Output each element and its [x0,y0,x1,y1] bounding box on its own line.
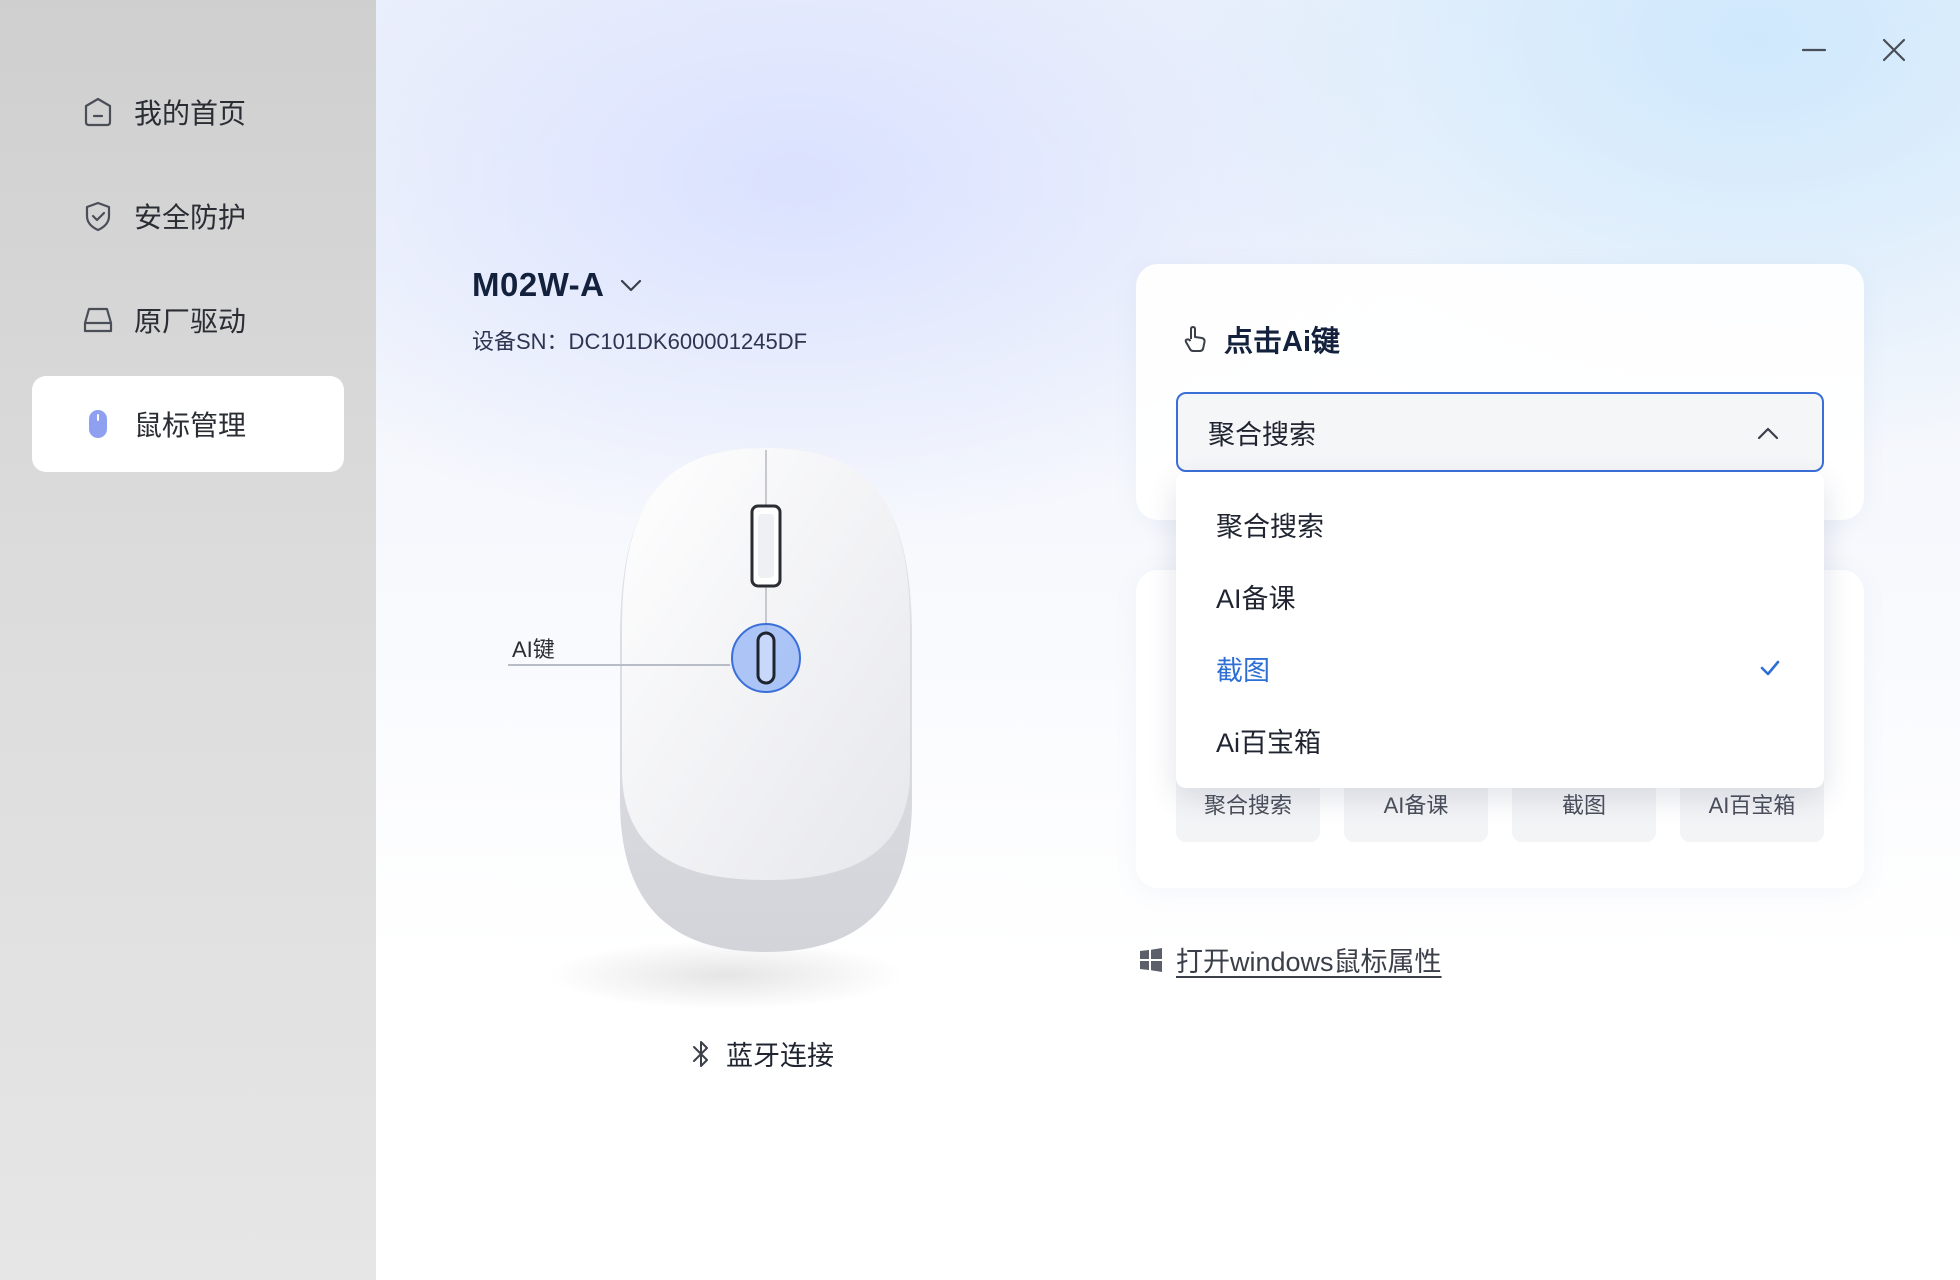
mouse-illustration [606,440,926,980]
sidebar-item-security[interactable]: 安全防护 [32,168,344,264]
ai-key-label: AI键 [512,637,555,662]
action-select-value: 聚合搜索 [1208,419,1316,450]
open-windows-mouse-properties-link[interactable]: 打开windows鼠标属性 [1138,940,1442,979]
sidebar-item-label: 安全防护 [134,202,247,233]
sidebar-item-label: 鼠标管理 [134,410,247,441]
connection-label: 蓝牙连接 [726,1041,834,1071]
close-icon [1882,38,1906,62]
action-dropdown-menu: 聚合搜索 AI备课 截图 Ai百宝箱 [1176,472,1824,788]
chevron-down-icon [620,279,641,292]
windows-link-label: 打开windows鼠标属性 [1176,947,1442,977]
shield-icon [80,198,116,234]
device-model: M02W-A [472,266,605,303]
dropdown-option[interactable]: 聚合搜索 [1176,488,1824,560]
windows-icon [1140,947,1162,972]
dropdown-option-label: Ai百宝箱 [1216,727,1322,758]
sidebar-item-home[interactable]: 我的首页 [32,64,344,160]
connection-status: 蓝牙连接 [688,1034,834,1073]
dropdown-option-label: 聚合搜索 [1216,511,1324,542]
action-select[interactable]: 聚合搜索 [1176,392,1824,472]
mouse-icon [80,406,116,442]
card-title: 点击Ai键 [1180,318,1340,360]
drive-icon [80,302,116,338]
dropdown-option-label: 截图 [1216,655,1270,686]
app-window: 我的首页 安全防护 原厂驱动 鼠标管理 M02W-A 设备SN：DC101DK6… [0,0,1960,1280]
dropdown-option-label: AI备课 [1216,583,1296,614]
chevron-up-icon [1757,427,1779,440]
sidebar: 我的首页 安全防护 原厂驱动 鼠标管理 [0,0,376,1280]
ai-key-pointer-line [508,664,730,666]
sidebar-item-driver[interactable]: 原厂驱动 [32,272,344,368]
sidebar-item-label: 我的首页 [134,98,247,129]
sidebar-item-mouse[interactable]: 鼠标管理 [32,376,344,472]
tap-icon [1184,326,1206,352]
home-icon [80,94,116,130]
dropdown-option[interactable]: Ai百宝箱 [1176,704,1824,776]
device-selector[interactable]: M02W-A [472,266,645,304]
close-button[interactable] [1872,28,1916,72]
main-content: M02W-A 设备SN：DC101DK600001245DF AI键 蓝牙连接 … [376,0,1960,1280]
dropdown-option[interactable]: AI备课 [1176,560,1824,632]
sidebar-item-label: 原厂驱动 [134,306,247,337]
dropdown-option-selected[interactable]: 截图 [1176,632,1824,704]
minimize-icon [1801,48,1827,52]
bluetooth-icon [693,1040,708,1067]
checkmark-icon [1760,660,1780,676]
minimize-button[interactable] [1792,28,1836,72]
card-title-text: 点击Ai键 [1224,326,1341,358]
device-sn: 设备SN：DC101DK600001245DF [472,329,808,354]
